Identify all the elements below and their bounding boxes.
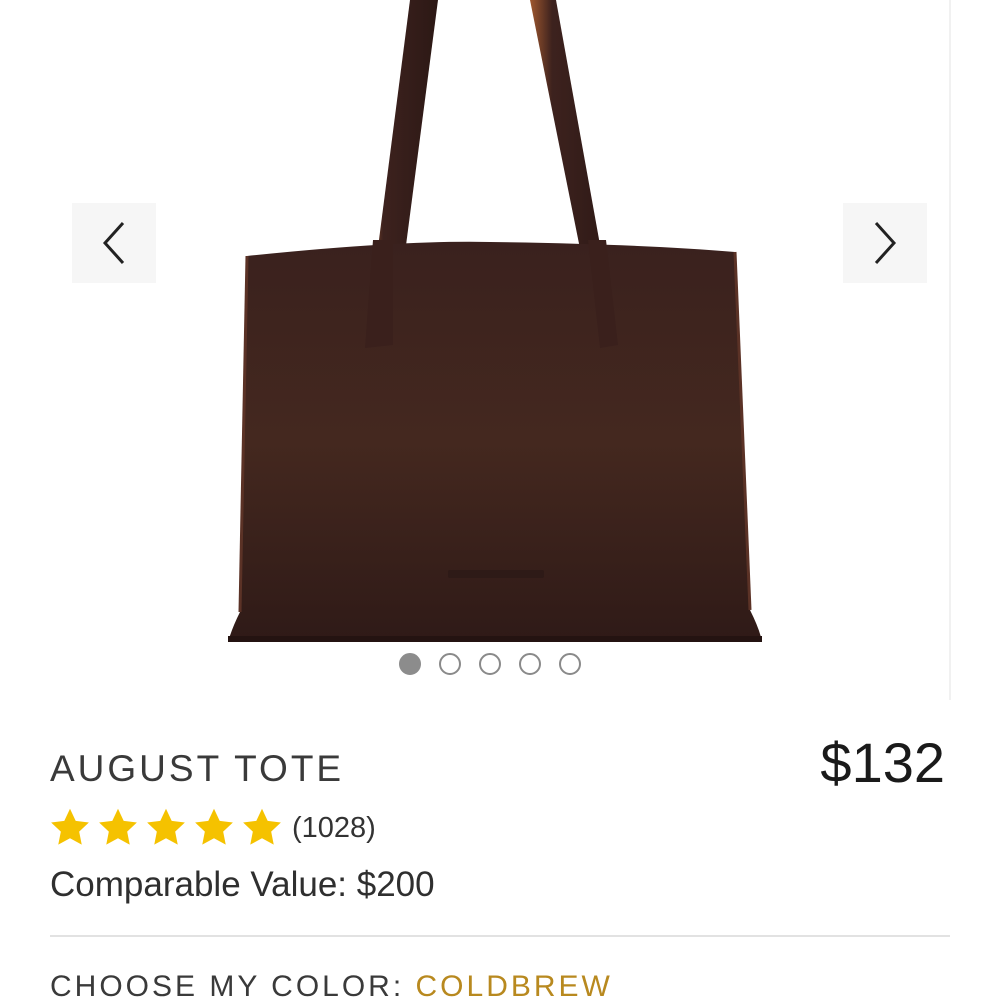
comparable-value: Comparable Value: $200 [50, 865, 435, 904]
divider [50, 935, 950, 937]
gallery-divider [949, 0, 951, 700]
pagination-dot[interactable] [479, 653, 501, 675]
color-selector-label: CHOOSE MY COLOR: [50, 970, 416, 1003]
rating-stars [48, 806, 284, 850]
chevron-right-icon [874, 221, 897, 265]
next-image-button[interactable] [843, 203, 927, 283]
star-icon [51, 808, 89, 845]
pagination-dot[interactable] [559, 653, 581, 675]
star-icon [243, 808, 281, 845]
pagination-dot[interactable] [399, 653, 421, 675]
pagination-dot[interactable] [439, 653, 461, 675]
previous-image-button[interactable] [72, 203, 156, 283]
product-title: AUGUST TOTE [50, 748, 345, 789]
pagination-dot[interactable] [519, 653, 541, 675]
review-count-link[interactable]: (1028) [292, 812, 376, 845]
image-pagination [399, 653, 581, 675]
selected-color-name: COLDBREW [415, 970, 613, 1003]
product-image[interactable] [0, 0, 1000, 700]
product-image-gallery [0, 0, 1000, 700]
star-icon [147, 808, 185, 845]
star-icon [195, 808, 233, 845]
chevron-left-icon [102, 221, 125, 265]
star-icon [99, 808, 137, 845]
product-rating[interactable]: (1028) [48, 806, 376, 850]
color-selector-heading: CHOOSE MY COLOR: COLDBREW [50, 970, 613, 1004]
product-price: $132 [820, 731, 945, 794]
